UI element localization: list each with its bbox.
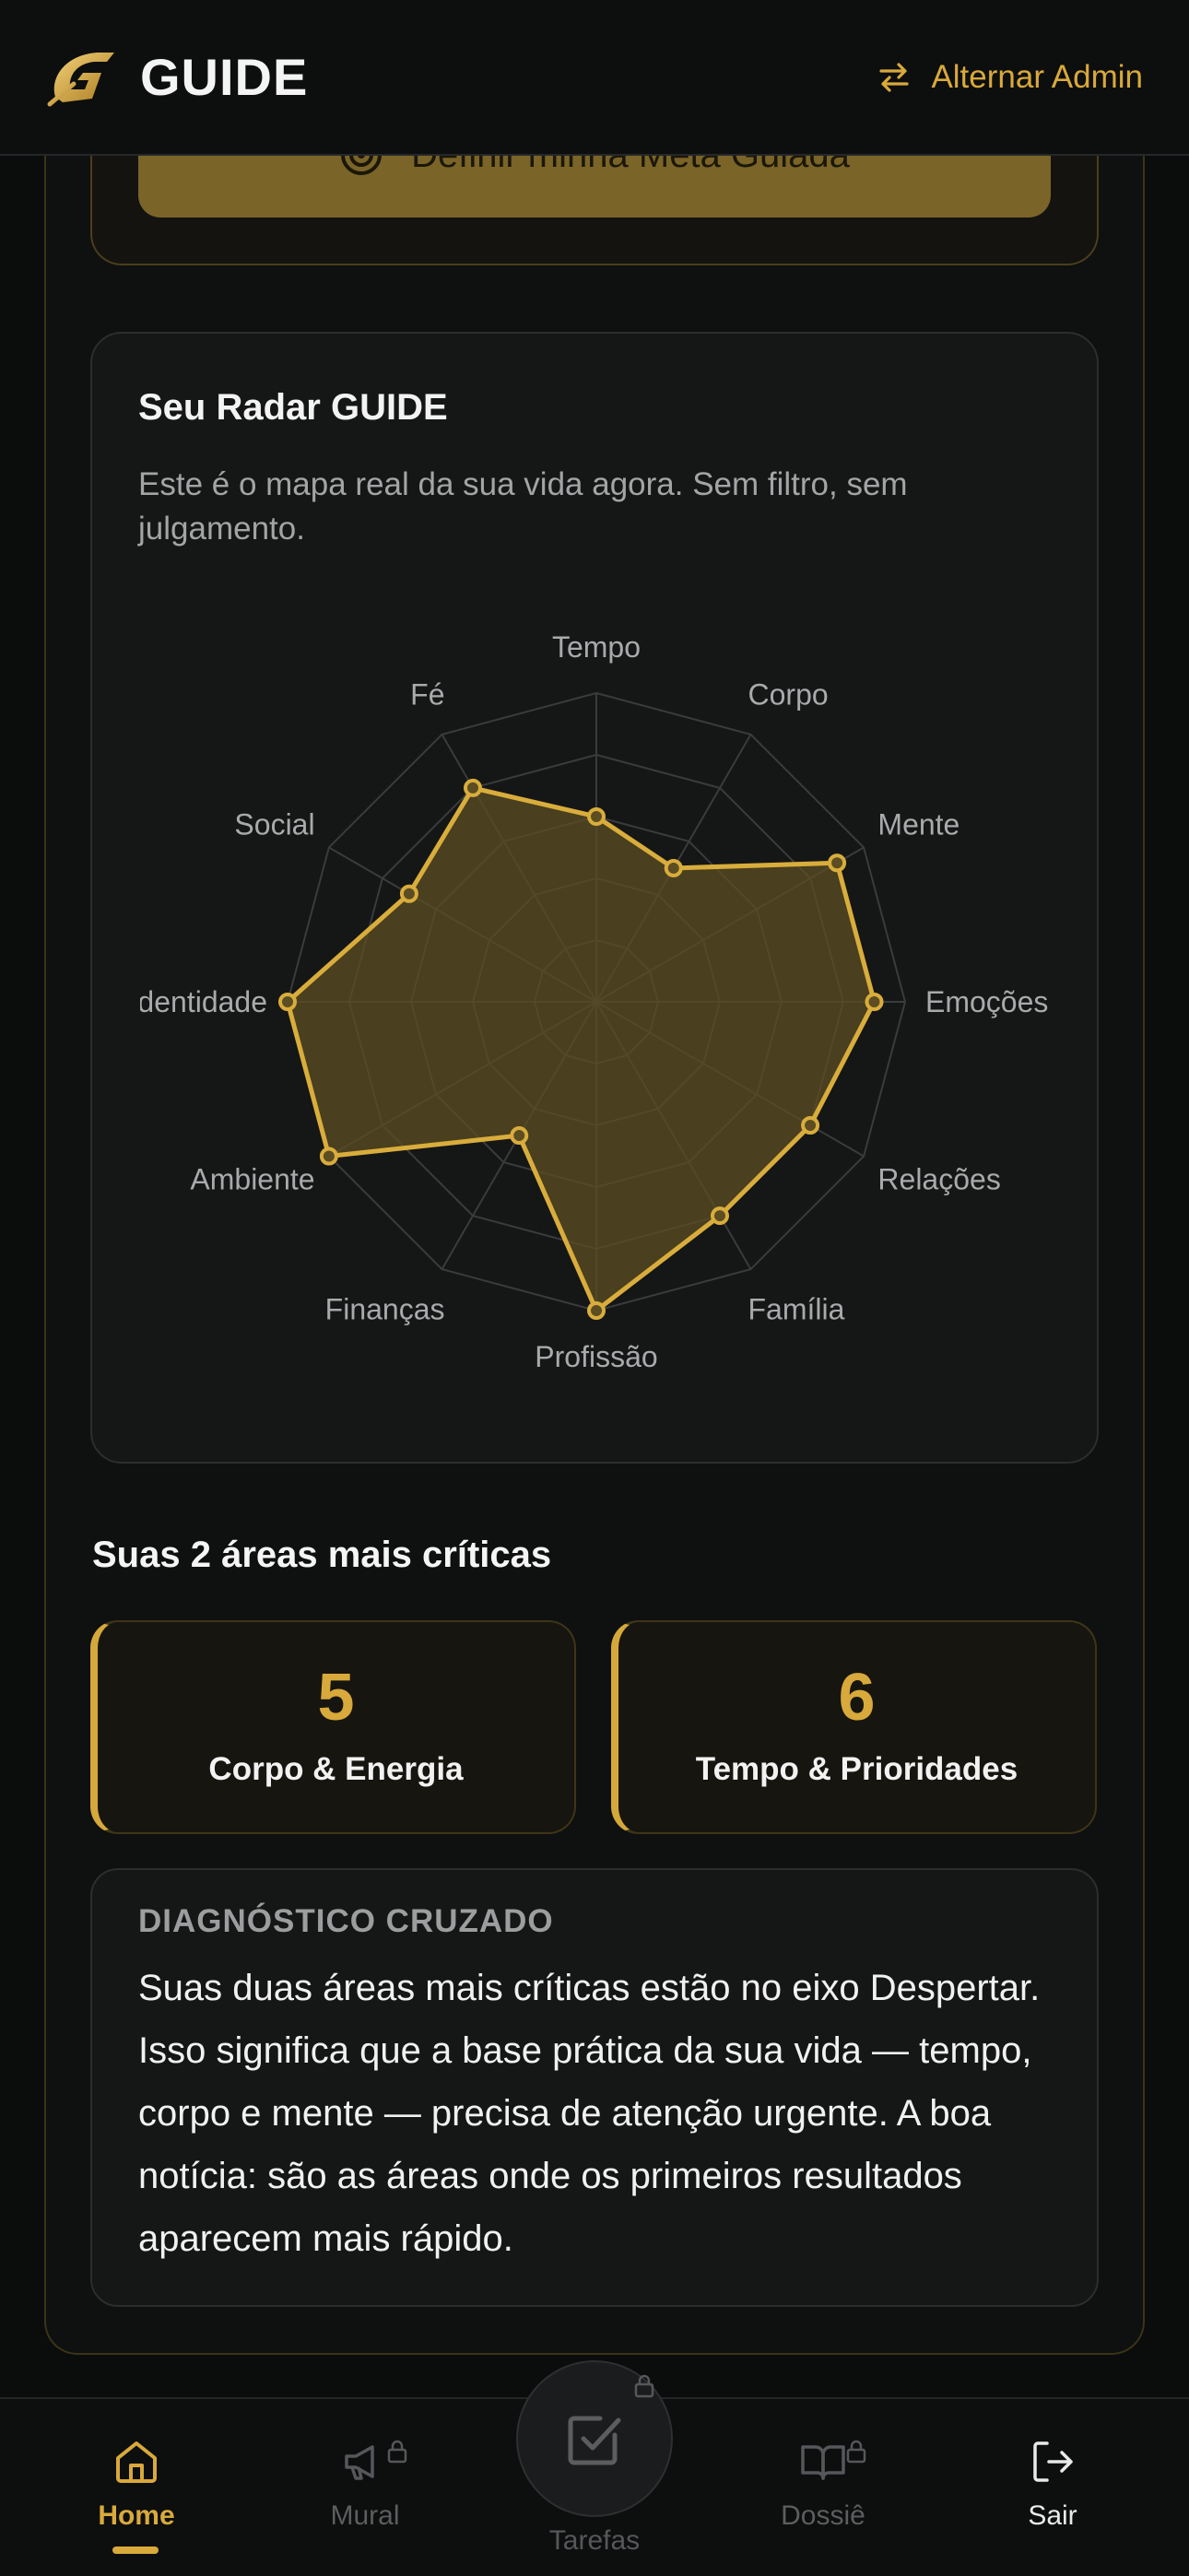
nav-home-label: Home — [98, 2500, 175, 2531]
critical-area-label: Corpo & Energia — [208, 1751, 464, 1787]
radar-point — [319, 1147, 338, 1166]
radar-axis-label: Mente — [877, 808, 959, 841]
checkbox-icon — [568, 2416, 621, 2465]
radar-point — [464, 778, 482, 797]
critical-area-score: 6 — [838, 1661, 876, 1735]
radar-title: Seu Radar GUIDE — [138, 387, 448, 428]
critical-area-score: 5 — [317, 1661, 355, 1735]
critical-area-label: Tempo & Prioridades — [695, 1751, 1018, 1787]
radar-point — [801, 1116, 820, 1135]
top-bar: GUIDE Alternar Admin — [0, 0, 1189, 156]
critical-area-card[interactable]: 5 Corpo & Energia — [90, 1620, 576, 1834]
radar-point — [828, 853, 847, 873]
guide-logo — [47, 52, 114, 106]
radar-axis-label: Profissão — [535, 1340, 657, 1373]
radar-series-area — [285, 785, 877, 1313]
megaphone-icon — [345, 2445, 374, 2480]
radar-point — [399, 884, 418, 903]
radar-axis-label: Emoções — [925, 985, 1048, 1018]
diagnosis-text: Suas duas áreas mais críticas estão no e… — [138, 1968, 1041, 2259]
brand-name: GUIDE — [140, 48, 309, 106]
radar-point — [278, 993, 297, 1011]
radar-card: Seu Radar GUIDE Este é o mapa real da su… — [90, 332, 1099, 1464]
toggle-admin-label: Alternar Admin — [931, 58, 1143, 95]
nav-dossie[interactable]: Dossiê — [740, 2436, 906, 2532]
nav-logout[interactable]: Sair — [970, 2436, 1136, 2532]
radar-axis-label: Corpo — [748, 678, 829, 712]
radar-axis-label: Identidade — [140, 985, 267, 1018]
radar-point — [510, 1126, 529, 1146]
diagnosis-heading: DIAGNÓSTICO CRUZADO — [138, 1903, 554, 1939]
radar-point — [865, 993, 884, 1011]
radar-axis-label: Social — [234, 808, 314, 841]
radar-axis-label: Relações — [877, 1163, 1000, 1196]
nav-mural[interactable]: Mural — [282, 2436, 448, 2532]
brand[interactable]: GUIDE — [46, 45, 308, 110]
lock-icon — [846, 2440, 866, 2464]
radar-point — [587, 1301, 606, 1320]
diagnosis-card: DIAGNÓSTICO CRUZADO Suas duas áreas mais… — [90, 1868, 1099, 2307]
radar-axis-label: Fé — [410, 678, 444, 712]
radar-chart: Tempo Corpo Mente Emoções Relações Família Pro… — [140, 630, 1048, 1373]
radar-point — [711, 1206, 729, 1226]
lock-icon — [387, 2440, 407, 2464]
nav-tarefas-label: Tarefas — [548, 2525, 641, 2556]
home-icon — [116, 2441, 157, 2483]
nav-dossie-label: Dossiê — [781, 2500, 865, 2531]
critical-areas-title: Suas 2 áreas mais críticas — [92, 1535, 552, 1575]
swap-arrows-icon — [879, 62, 910, 92]
book-icon — [801, 2445, 845, 2480]
lock-icon — [634, 2374, 654, 2398]
nav-logout-label: Sair — [1028, 2500, 1077, 2531]
active-tab-indicator — [112, 2547, 159, 2554]
radar-point — [587, 807, 606, 826]
radar-axis-label: Tempo — [552, 630, 641, 664]
critical-area-card[interactable]: 6 Tempo & Prioridades — [611, 1620, 1097, 1834]
radar-axis-label: Família — [748, 1292, 845, 1325]
nav-mural-label: Mural — [330, 2500, 400, 2531]
radar-axis-label: Finanças — [325, 1292, 445, 1325]
toggle-admin-button[interactable]: Alternar Admin — [876, 59, 1143, 96]
radar-description: Este é o mapa real da sua vida agora. Se… — [138, 466, 908, 547]
radar-point — [664, 858, 683, 877]
logout-icon — [1033, 2441, 1073, 2482]
nav-home[interactable]: Home — [53, 2436, 219, 2532]
radar-axis-label: Ambiente — [190, 1163, 314, 1196]
